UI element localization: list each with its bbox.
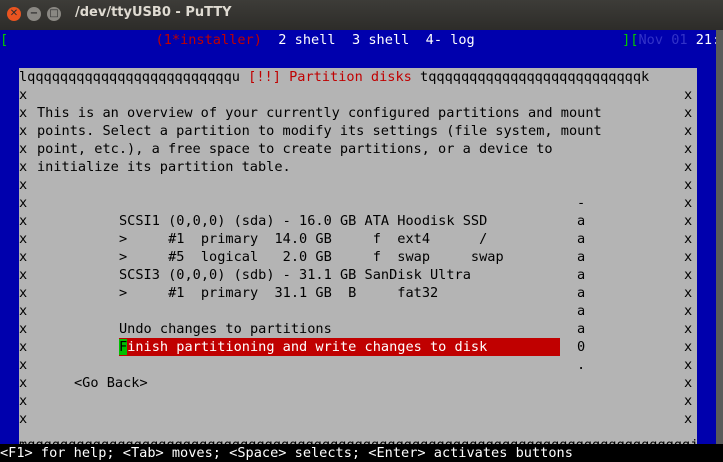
dialog-border-glyph: x [19, 303, 28, 319]
tab-installer[interactable]: (1*installer) [156, 32, 262, 48]
dialog-border-glyph: x [684, 393, 693, 409]
minimize-window-icon[interactable]: − [27, 7, 41, 21]
dialog-border-glyph: x [684, 231, 693, 247]
scroll-mark: . [577, 357, 586, 373]
help-bar: <F1> for help; <Tab> moves; <Space> sele… [0, 444, 723, 462]
dialog-border-glyph: x [684, 411, 693, 427]
dialog-border-glyph: x [684, 177, 693, 193]
dialog-border-glyph: x [684, 303, 693, 319]
scroll-mark: 0 [577, 339, 586, 355]
go-back-button[interactable]: <Go Back> [74, 374, 194, 392]
dialog-border-glyph: x [684, 357, 693, 373]
disk-sda-item[interactable]: SCSI1 (0,0,0) (sda) - 16.0 GB ATA Hoodis… [119, 212, 579, 230]
partition-sdb1-item[interactable]: > #1 primary 31.1 GB B fat32 [119, 284, 579, 302]
scroll-mark: a [577, 213, 586, 229]
dialog-border-glyph: x [19, 357, 28, 373]
dialog-border-glyph: x [19, 213, 28, 229]
partition-dialog: lqqqqqqqqqqqqqqqqqqqqqqqqqu [!!] Partiti… [19, 68, 697, 454]
dialog-border-glyph: x [19, 321, 28, 337]
dialog-border-glyph: x [684, 213, 693, 229]
status-date: Nov 01 [638, 32, 688, 48]
dialog-border-glyph: x [684, 285, 693, 301]
dialog-border-glyph: x [19, 231, 28, 247]
window-titlebar: ✕ − □ /dev/ttyUSB0 - PuTTY [0, 0, 723, 30]
dialog-border-glyph: x [19, 375, 28, 391]
dialog-border-glyph: x [684, 105, 693, 121]
description-line: point, etc.), a free space to create par… [37, 141, 553, 157]
text-cursor: F [119, 339, 128, 355]
dialog-border-glyph: x [19, 177, 28, 193]
dialog-border-glyph: x [19, 141, 28, 157]
terminal-scrollbar[interactable] [716, 30, 723, 444]
dialog-border-glyph: x [19, 87, 28, 103]
scroll-mark: a [577, 285, 586, 301]
dialog-border-glyph: x [19, 249, 28, 265]
tab-shell-3[interactable]: 3 shell [352, 32, 409, 48]
dialog-border-glyph: x [684, 267, 693, 283]
undo-changes-item[interactable]: Undo changes to partitions [119, 320, 579, 338]
screen-status-bar: [ (1*installer) 2 shell 3 shell 4- log ]… [0, 31, 723, 49]
dialog-border-glyph: x [684, 141, 693, 157]
dialog-border-glyph: x [684, 375, 693, 391]
finish-partitioning-item[interactable]: Finish partitioning and write changes to… [119, 338, 579, 356]
dialog-border-glyph: x [684, 195, 693, 211]
scrollbar-thumb[interactable] [716, 30, 723, 444]
window-title: /dev/ttyUSB0 - PuTTY [75, 5, 232, 20]
description-line: initialize its partition table. [37, 159, 291, 175]
scroll-mark: a [577, 321, 586, 337]
dialog-border-glyph: x [684, 249, 693, 265]
scroll-mark: - [577, 195, 586, 211]
status-left-bracket: [ [0, 32, 9, 48]
scroll-mark: a [577, 303, 586, 319]
scroll-mark: a [577, 249, 586, 265]
terminal-area[interactable]: [ (1*installer) 2 shell 3 shell 4- log ]… [0, 30, 723, 462]
dialog-border-glyph: x [19, 285, 28, 301]
dialog-border-glyph: x [684, 339, 693, 355]
maximize-window-icon[interactable]: □ [47, 7, 61, 21]
status-mid-bracket: ][ [622, 32, 639, 48]
description-line: This is an overview of your currently co… [37, 105, 602, 121]
dialog-border-glyph: x [19, 159, 28, 175]
tab-shell-2[interactable]: 2 shell [278, 32, 335, 48]
dialog-border-glyph: x [684, 123, 693, 139]
finish-partitioning-label: inish partitioning and write changes to … [127, 339, 488, 355]
dialog-border-glyph: x [19, 411, 28, 427]
partition-sda1-item[interactable]: > #1 primary 14.0 GB f ext4 / [119, 230, 579, 248]
description-line: points. Select a partition to modify its… [37, 123, 602, 139]
disk-sdb-item[interactable]: SCSI3 (0,0,0) (sdb) - 31.1 GB SanDisk Ul… [119, 266, 579, 284]
scroll-mark: a [577, 267, 586, 283]
dialog-border-glyph: x [19, 393, 28, 409]
partition-sda5-item[interactable]: > #5 logical 2.0 GB f swap swap [119, 248, 579, 266]
dialog-border-glyph: x [684, 321, 693, 337]
dialog-border-glyph: x [19, 123, 28, 139]
tab-log[interactable]: 4- log [426, 32, 475, 48]
close-window-icon[interactable]: ✕ [7, 7, 21, 21]
dialog-border-glyph: x [19, 267, 28, 283]
dialog-border-glyph: x [684, 87, 693, 103]
dialog-top-border: lqqqqqqqqqqqqqqqqqqqqqqqqqu [!!] Partiti… [19, 69, 650, 85]
scroll-mark: a [577, 231, 586, 247]
dialog-title: [!!] Partition disks [248, 69, 412, 85]
dialog-border-glyph: x [19, 195, 28, 211]
dialog-border-glyph: x [19, 105, 28, 121]
dialog-border-glyph: x [19, 339, 28, 355]
help-text: <F1> for help; <Tab> moves; <Space> sele… [0, 445, 573, 461]
dialog-border-glyph: x [684, 159, 693, 175]
